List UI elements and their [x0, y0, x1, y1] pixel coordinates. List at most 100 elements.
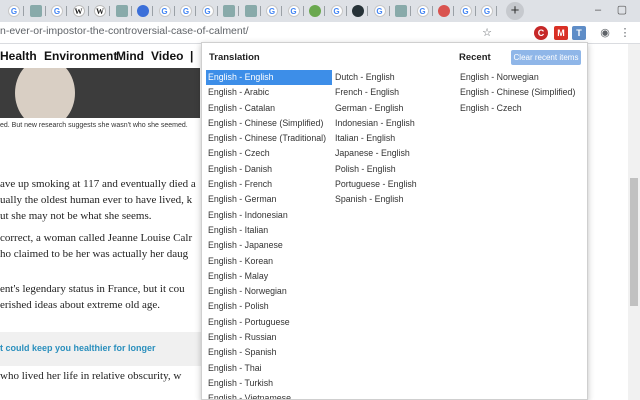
nav-item[interactable]: Environment [44, 49, 117, 63]
article-image [0, 68, 200, 118]
article-line: erished ideas about extreme old age. [0, 299, 161, 311]
nav-item[interactable]: Video [151, 49, 183, 63]
browser-tab[interactable] [434, 3, 454, 19]
gmail-extension-icon[interactable]: M [554, 26, 568, 40]
tab-favicon-icon [438, 5, 450, 17]
language-pair-item[interactable]: English - German [206, 192, 332, 207]
menu-icon[interactable]: ⋮ [618, 26, 632, 40]
language-pair-item[interactable]: English - Malay [206, 269, 332, 284]
language-pair-item[interactable]: English - Spanish [206, 345, 332, 360]
language-pair-item[interactable]: Spanish - English [333, 192, 453, 207]
language-pair-item[interactable]: Indonesian - English [333, 116, 453, 131]
browser-tab[interactable]: G [327, 3, 347, 19]
language-pair-item[interactable]: English - English [206, 70, 332, 86]
language-pair-item[interactable]: English - Japanese [206, 238, 332, 253]
tab-favicon-icon: G [266, 5, 278, 17]
tab-favicon-icon: G [158, 5, 171, 17]
language-pair-item[interactable]: English - Chinese (Simplified) [458, 85, 586, 100]
tab-favicon-icon: G [51, 5, 63, 17]
tab-strip: GGGGGGGGGGWWGG + – ▢ [0, 0, 640, 22]
scrollbar-thumb[interactable] [630, 178, 638, 306]
tab-favicon-icon [115, 5, 128, 17]
language-pair-item[interactable]: English - Czech [458, 101, 586, 116]
browser-tab[interactable] [112, 3, 132, 19]
new-tab-button[interactable]: + [506, 2, 524, 20]
browser-tab[interactable]: G [413, 3, 433, 19]
clear-recent-button[interactable]: Clear recent items [511, 50, 581, 65]
language-pair-item[interactable]: English - Czech [206, 146, 332, 161]
language-pair-item[interactable]: English - Norwegian [206, 284, 332, 299]
language-pair-item[interactable]: English - Arabic [206, 85, 332, 100]
language-pair-item[interactable]: English - Thai [206, 361, 332, 376]
language-pair-item[interactable]: German - English [333, 101, 453, 116]
language-pair-item[interactable]: French - English [333, 85, 453, 100]
browser-toolbar: n-ever-or-impostor-the-controversial-cas… [0, 22, 640, 44]
extension-icon[interactable]: C [534, 26, 548, 40]
browser-tab[interactable]: G [456, 3, 476, 19]
language-pair-item[interactable]: English - Russian [206, 330, 332, 345]
language-pair-item[interactable]: English - Italian [206, 223, 332, 238]
browser-tab[interactable]: W [69, 3, 89, 19]
tab-favicon-icon [29, 5, 42, 17]
language-pair-item[interactable]: English - Polish [206, 299, 332, 314]
tab-favicon-icon: G [416, 5, 429, 17]
article-line: ut she may not be what she seems. [0, 210, 152, 222]
tab-favicon-icon: G [180, 5, 192, 17]
browser-tab[interactable] [219, 3, 239, 19]
nav-item[interactable]: Mind [116, 49, 144, 63]
language-pair-item[interactable]: English - Danish [206, 162, 332, 177]
language-pair-item[interactable]: Portuguese - English [333, 177, 453, 192]
to-english-list: Dutch - English French - English German - … [333, 70, 453, 208]
article-line: ent's legendary status in France, but it… [0, 283, 185, 295]
minimize-icon[interactable]: – [588, 2, 608, 18]
browser-tab[interactable]: G [155, 3, 175, 19]
language-pair-item[interactable]: English - Indonesian [206, 208, 332, 223]
related-link-text[interactable]: t could keep you healthier for longer [0, 343, 156, 353]
browser-tab[interactable] [391, 3, 411, 19]
language-pair-item[interactable]: Japanese - English [333, 146, 453, 161]
tab-favicon-icon: W [72, 5, 85, 17]
tab-favicon-icon: G [459, 5, 472, 17]
language-pair-item[interactable]: English - Chinese (Simplified) [206, 116, 332, 131]
browser-tab[interactable] [305, 3, 325, 19]
translation-popup: Translation Recent Clear recent items En… [201, 42, 588, 400]
browser-tab[interactable]: G [4, 3, 24, 19]
browser-tab[interactable]: G [284, 3, 304, 19]
browser-tab[interactable] [241, 3, 261, 19]
browser-tab[interactable] [26, 3, 46, 19]
language-pair-item[interactable]: English - Chinese (Traditional) [206, 131, 332, 146]
language-pair-item[interactable]: English - Norwegian [458, 70, 586, 85]
browser-tab[interactable] [133, 3, 153, 19]
browser-tab[interactable] [348, 3, 368, 19]
browser-tab[interactable]: G [262, 3, 282, 19]
page-scrollbar[interactable] [628, 44, 640, 400]
maximize-icon[interactable]: ▢ [612, 2, 632, 18]
browser-tab[interactable]: G [47, 3, 67, 19]
browser-tab[interactable]: G [370, 3, 390, 19]
browser-tab[interactable]: G [198, 3, 218, 19]
browser-tab[interactable]: W [90, 3, 110, 19]
article-line: correct, a woman called Jeanne Louise Ca… [0, 232, 193, 244]
language-pair-item[interactable]: English - Turkish [206, 376, 332, 391]
language-pair-item[interactable]: Dutch - English [333, 70, 453, 85]
related-article-link[interactable]: t could keep you healthier for longer [0, 332, 210, 366]
language-pair-item[interactable]: English - Vietnamese [206, 391, 332, 399]
language-pair-item[interactable]: English - Portuguese [206, 315, 332, 330]
translation-heading: Translation [209, 52, 260, 63]
nav-item[interactable]: Health [0, 49, 37, 63]
browser-tab[interactable]: G [477, 3, 497, 19]
translate-extension-icon[interactable]: T [572, 26, 586, 40]
browser-tab[interactable]: G [176, 3, 196, 19]
language-pair-item[interactable]: English - French [206, 177, 332, 192]
tab-favicon-icon [309, 5, 321, 17]
recent-heading: Recent [459, 52, 491, 63]
article-line: ho claimed to be her was actually her da… [0, 248, 189, 260]
language-pair-item[interactable]: Italian - English [333, 131, 453, 146]
language-pair-item[interactable]: English - Catalan [206, 101, 332, 116]
language-pair-item[interactable]: Polish - English [333, 162, 453, 177]
address-bar[interactable]: n-ever-or-impostor-the-controversial-cas… [0, 25, 249, 37]
profile-icon[interactable]: ◉ [598, 26, 612, 40]
bookmark-star-icon[interactable]: ☆ [480, 26, 494, 40]
language-pair-item[interactable]: English - Korean [206, 254, 332, 269]
nav-item: | [190, 49, 194, 63]
